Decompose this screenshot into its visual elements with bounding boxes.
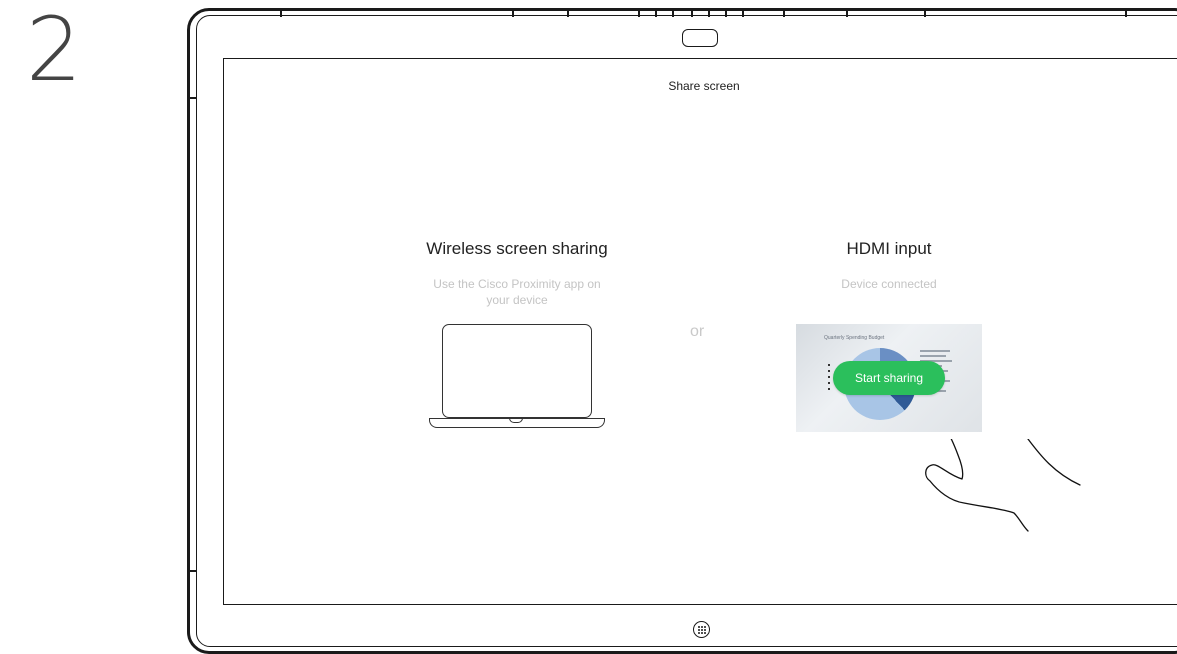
home-grid-icon: [697, 625, 706, 634]
bezel-tick: [672, 11, 674, 17]
bezel-tick: [783, 11, 785, 17]
hdmi-subtitle: Device connected: [841, 277, 937, 291]
bezel-tick: [725, 11, 727, 17]
bezel-tick: [655, 11, 657, 17]
camera-icon: [682, 29, 718, 47]
bezel-tick: [924, 11, 926, 17]
bezel-tick: [742, 11, 744, 17]
home-button[interactable]: [693, 621, 710, 638]
step-number: 2: [26, 0, 82, 101]
bezel-tick: [638, 11, 640, 17]
preview-legend-dots: [828, 364, 831, 394]
bezel-tick: [708, 11, 710, 17]
bezel-tick: [567, 11, 569, 17]
preview-caption: Quarterly Spending Budget: [824, 335, 885, 341]
wireless-title: Wireless screen sharing: [426, 239, 608, 258]
hdmi-title: HDMI input: [846, 239, 932, 258]
wireless-subtitle-line1: Use the Cisco Proximity app on: [433, 277, 601, 291]
bezel-side-tick: [190, 97, 196, 99]
page-title: Share screen: [668, 79, 740, 93]
bezel-side-tick: [190, 570, 196, 572]
or-divider: or: [690, 323, 705, 340]
hand-pointer-icon: [925, 439, 1081, 532]
start-sharing-button[interactable]: Start sharing: [833, 361, 945, 395]
bezel-tick: [280, 11, 282, 17]
laptop-icon: [442, 324, 592, 418]
bezel-tick: [1125, 11, 1127, 17]
bezel-tick: [846, 11, 848, 17]
share-screen-panel: Share screen Wireless screen sharing Use…: [223, 58, 1177, 605]
wireless-subtitle: Use the Cisco Proximity app on your devi…: [374, 276, 660, 308]
wireless-subtitle-line2: your device: [486, 293, 548, 307]
bezel-tick: [512, 11, 514, 17]
bezel-tick: [691, 11, 693, 17]
